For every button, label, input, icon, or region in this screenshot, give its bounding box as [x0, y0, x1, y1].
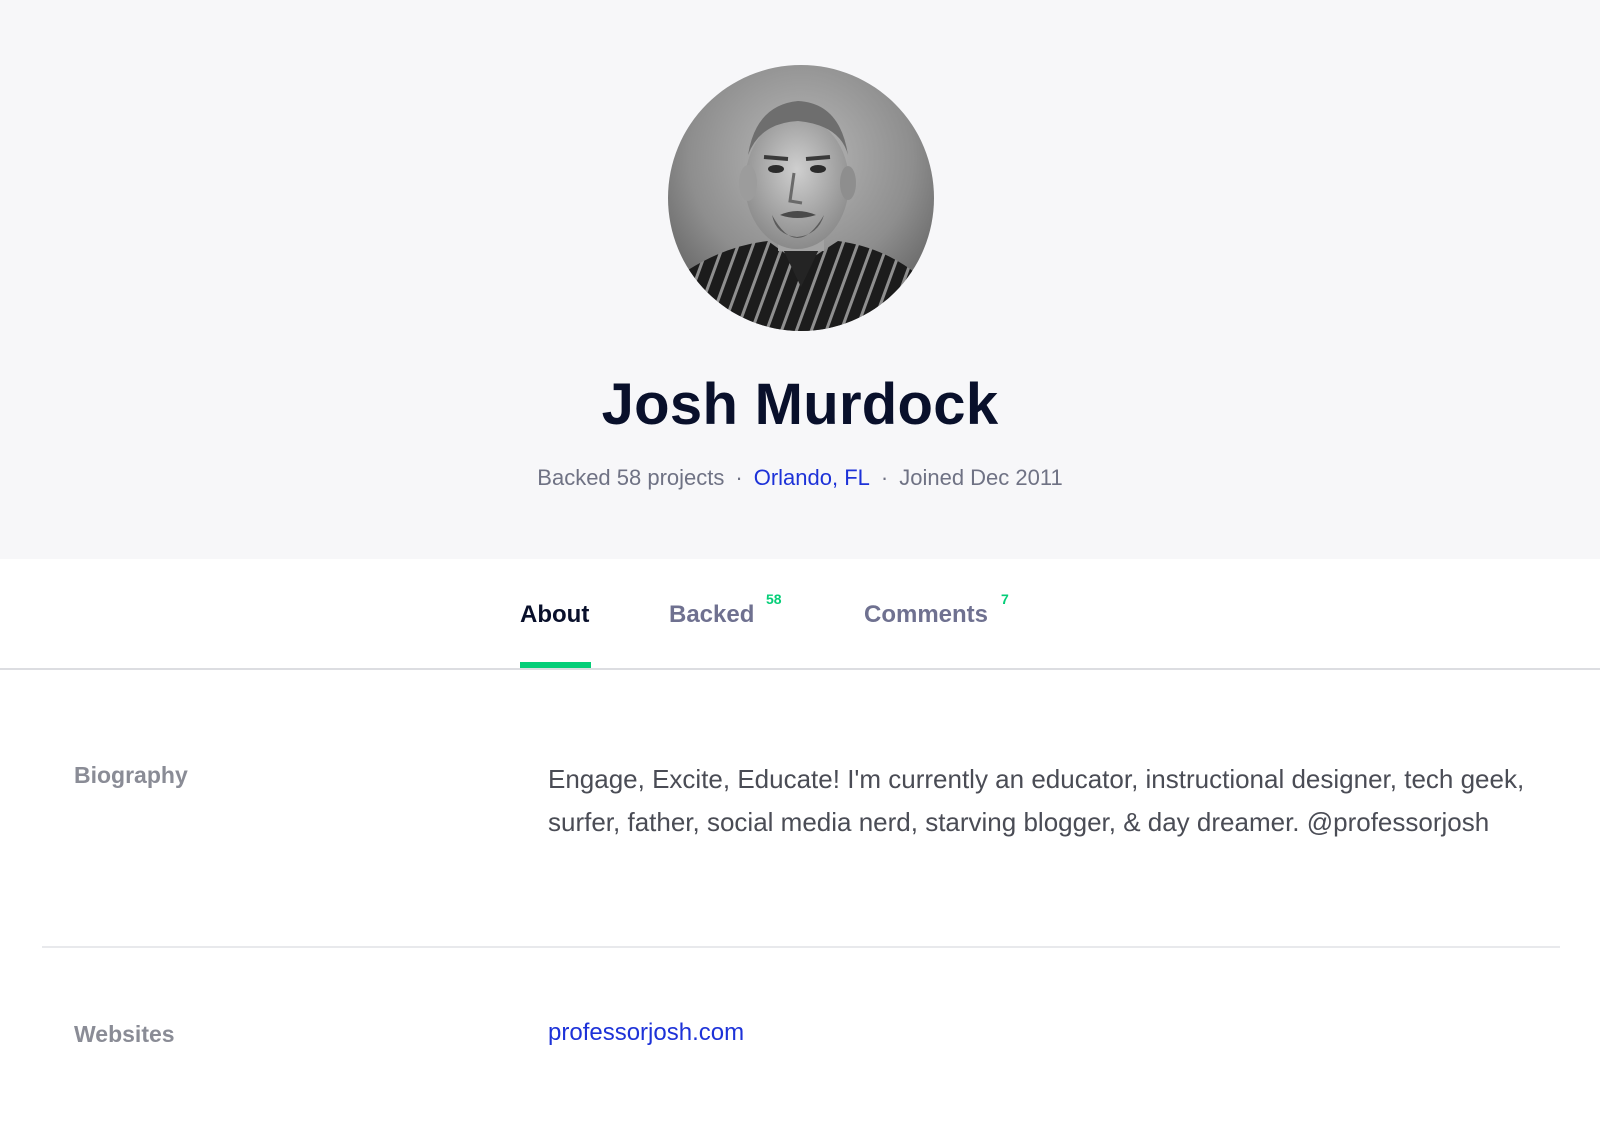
- avatar: [668, 65, 934, 331]
- joined-date-text: Joined Dec 2011: [899, 465, 1063, 490]
- biography-text: Engage, Excite, Educate! I'm currently a…: [548, 764, 1525, 837]
- tab-about-label: About: [520, 601, 590, 628]
- meta-separator: ·: [735, 465, 743, 490]
- tab-comments-label: Comments: [864, 601, 989, 628]
- location-link[interactable]: Orlando, FL: [754, 465, 870, 490]
- profile-tabs: About Backed 58 Comments 7: [0, 559, 1600, 670]
- profile-name: Josh Murdock: [601, 372, 999, 437]
- biography-label: Biography: [74, 762, 188, 788]
- profile-meta: Backed 58 projects · Orlando, FL · Joined De…: [0, 463, 1600, 493]
- active-tab-indicator: [520, 662, 591, 668]
- backed-count-text: Backed 58 projects: [537, 465, 725, 490]
- tab-comments[interactable]: Comments 7: [864, 591, 1009, 635]
- websites-label: Websites: [74, 1021, 175, 1047]
- avatar-photo: [668, 65, 934, 331]
- website-link[interactable]: professorjosh.com: [548, 1017, 744, 1049]
- profile-header: Josh Murdock Backed 58 projects · Orlando,…: [0, 0, 1600, 559]
- tab-backed-label: Backed: [669, 601, 755, 628]
- meta-separator: ·: [880, 465, 889, 490]
- tab-comments-count: 7: [1001, 591, 1009, 607]
- tab-backed-count: 58: [766, 591, 782, 607]
- section-divider: [42, 946, 1560, 948]
- tab-backed[interactable]: Backed 58: [669, 591, 782, 635]
- tab-about[interactable]: About: [520, 595, 589, 635]
